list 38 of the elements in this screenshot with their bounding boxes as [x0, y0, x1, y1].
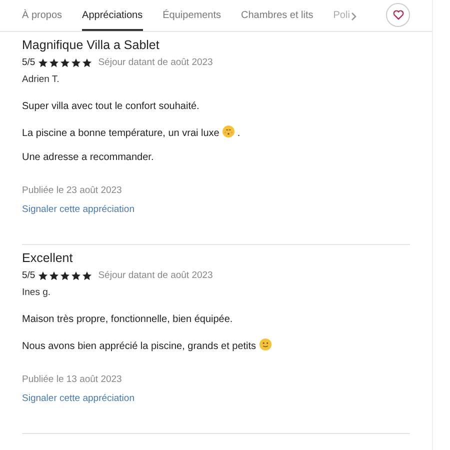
review-text: La piscine a bonne température, un vrai luxe — [22, 128, 220, 139]
stay-date: Séjour datant de août 2023 — [98, 270, 213, 281]
tab[interactable]: Poli — [333, 10, 350, 31]
review-text: Une adresse a recommander. — [22, 152, 154, 163]
star-icon — [71, 270, 82, 280]
star-icon — [60, 270, 70, 280]
published-date: Publiée le 23 août 2023 — [22, 185, 123, 196]
star-icon — [82, 58, 92, 68]
heart-icon — [392, 10, 404, 20]
stay-date: Séjour datant de août 2023 — [98, 57, 213, 68]
emoji-icon — [222, 125, 236, 138]
tab[interactable]: Appréciations — [82, 10, 143, 31]
emoji-icon — [259, 338, 272, 351]
tab[interactable]: Équipements — [162, 10, 221, 31]
review-text: Super villa avec tout le confort souhaité. — [22, 101, 200, 112]
star-icon — [38, 270, 48, 280]
rating-score: 5/5 — [22, 270, 36, 281]
report-link[interactable]: Signaler cette appréciation — [22, 204, 134, 215]
star-icon — [49, 270, 60, 280]
favorite-button[interactable] — [386, 3, 410, 27]
published-date: Publiée le 13 août 2023 — [22, 374, 123, 385]
review-title: Magnifique Villa a Sablet — [22, 38, 160, 52]
review-title: Excellent — [22, 251, 74, 265]
star-icon — [49, 58, 60, 68]
report-link[interactable]: Signaler cette appréciation — [22, 393, 134, 404]
star-icon — [82, 270, 92, 280]
author-name: Ines g. — [22, 287, 52, 298]
review-text: Maison très propre, fonctionnelle, bien équipée. — [22, 314, 233, 325]
review-text: Nous avons bien apprécié la piscine, grands et petits — [22, 341, 256, 352]
star-icon — [38, 58, 48, 68]
tab[interactable]: Chambres et lits — [241, 10, 314, 31]
review-text: . — [237, 128, 240, 139]
star-icon — [60, 58, 70, 68]
star-icon — [71, 58, 82, 68]
rating-score: 5/5 — [22, 57, 36, 68]
author-name: Adrien T. — [22, 74, 60, 85]
tab[interactable]: À propos — [22, 10, 62, 31]
chevron-right-icon[interactable] — [350, 12, 357, 21]
